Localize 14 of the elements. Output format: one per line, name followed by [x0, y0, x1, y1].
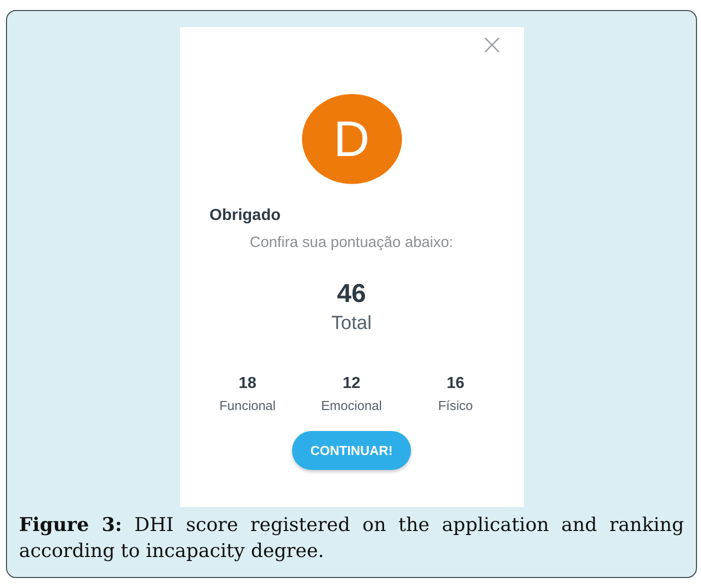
- continue-button[interactable]: CONTINUAR!: [292, 431, 411, 470]
- score-label: Físico: [438, 398, 473, 413]
- close-icon[interactable]: [484, 37, 500, 53]
- subtitle: Confira sua pontuação abaixo:: [250, 234, 454, 251]
- heading: Obrigado: [210, 207, 281, 225]
- figure-caption: Figure 3: DHI score registered on the application and ranking according to incapacity degree.: [18, 513, 685, 564]
- total-score: 46: [337, 278, 366, 309]
- score-label: Emocional: [321, 398, 382, 413]
- score-value: 12: [342, 375, 360, 393]
- score-value: 16: [446, 375, 464, 393]
- score-value: 18: [238, 375, 256, 393]
- avatar: D: [302, 94, 402, 184]
- score-label: Funcional: [219, 398, 276, 413]
- total-label: Total: [331, 313, 372, 335]
